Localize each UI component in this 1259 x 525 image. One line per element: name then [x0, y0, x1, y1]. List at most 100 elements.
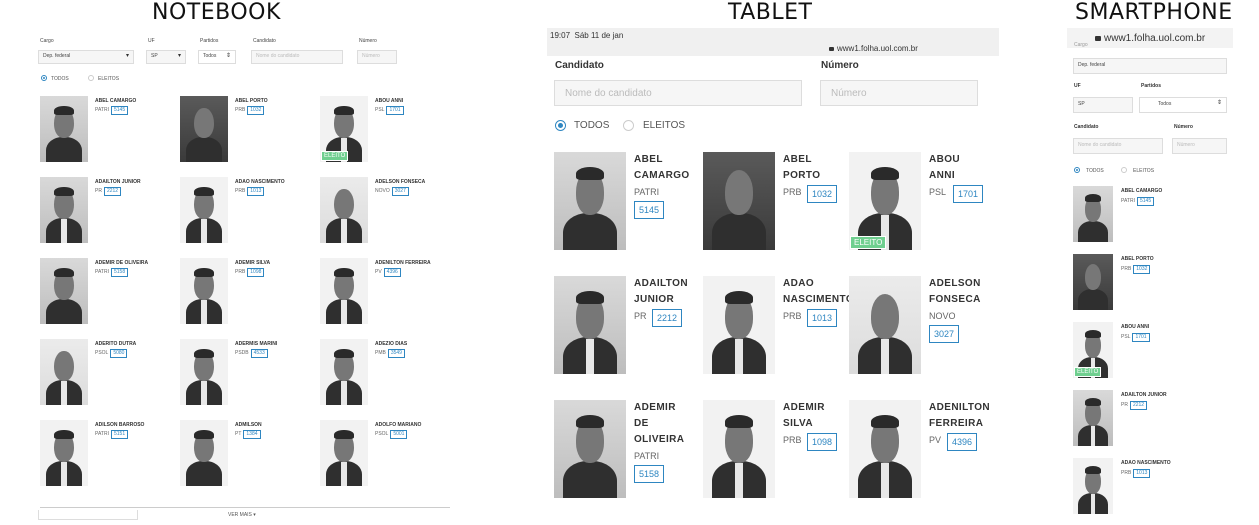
cargo-value: Dep. federal — [43, 53, 71, 59]
candidate-name[interactable]: ADENILTON FERREIRA — [375, 260, 431, 267]
candidate-photo[interactable] — [554, 152, 626, 250]
candidate-name[interactable]: ADELSON FONSECA — [375, 179, 425, 186]
candidate-name[interactable]: ABOU — [929, 152, 960, 168]
candidate-name[interactable]: FONSECA — [929, 292, 981, 308]
candidate-name[interactable]: ADMILSON — [235, 422, 262, 429]
radio-todos[interactable] — [555, 120, 566, 131]
candidate-photo[interactable] — [1073, 186, 1113, 242]
candidate-name[interactable]: ADERITO DUTRA — [95, 341, 136, 348]
candidate-name[interactable]: DE — [634, 416, 649, 432]
candidate-name[interactable]: ADEMIR SILVA — [235, 260, 270, 267]
candidate-name[interactable]: FERREIRA — [929, 416, 983, 432]
candidate-photo[interactable] — [849, 400, 921, 498]
candidate-number: 1701 — [1132, 333, 1150, 342]
candidate-photo[interactable] — [40, 177, 88, 243]
candidate-name[interactable]: ABEL CAMARGO — [95, 98, 136, 105]
candidate-name[interactable]: ABEL PORTO — [1121, 256, 1154, 263]
smartphone-title: SMARTPHONE — [1075, 0, 1233, 25]
candidate-photo[interactable] — [320, 339, 368, 405]
candidate-photo[interactable]: ELEITO — [849, 152, 921, 250]
uf-select[interactable]: SP — [1073, 97, 1133, 113]
candidate-name[interactable]: ADAILTON — [634, 276, 688, 292]
candidate-photo[interactable] — [180, 339, 228, 405]
candidate-name[interactable]: PORTO — [783, 168, 820, 184]
candidate-name[interactable]: ADAO NASCIMENTO — [1121, 460, 1171, 467]
candidate-name[interactable]: ABOU ANNI — [375, 98, 403, 105]
candidate-photo[interactable] — [554, 276, 626, 374]
candidate-name[interactable]: ADAILTON JUNIOR — [95, 179, 141, 186]
candidate-number-wrap: 5158 — [634, 465, 665, 483]
candidate-name[interactable]: ADEMIR — [783, 400, 825, 416]
candidate-name[interactable]: ADENILTON — [929, 400, 990, 416]
candidate-name[interactable]: ADOLFO MARIANO — [375, 422, 421, 429]
candidate-name[interactable]: ABEL — [783, 152, 812, 168]
radio-eleitos[interactable] — [1121, 167, 1127, 173]
candidate-photo[interactable] — [180, 96, 228, 162]
candidate-photo[interactable] — [320, 258, 368, 324]
candidate-name[interactable]: CAMARGO — [634, 168, 690, 184]
candidate-name[interactable]: ABEL — [634, 152, 663, 168]
candidato-input[interactable]: Nome do candidato — [251, 50, 343, 64]
candidate-name[interactable]: ABEL PORTO — [235, 98, 268, 105]
candidate-photo[interactable] — [849, 276, 921, 374]
url-bar[interactable]: www1.folha.uol.com.br — [1095, 33, 1205, 44]
cargo-select[interactable]: Dep. federal — [1073, 58, 1227, 74]
candidate-name[interactable]: ADILSON BARROSO — [95, 422, 144, 429]
numero-input[interactable]: Número — [1172, 138, 1227, 154]
candidate-name[interactable]: ABOU ANNI — [1121, 324, 1149, 331]
candidate-photo[interactable] — [40, 339, 88, 405]
radio-todos[interactable] — [1074, 167, 1080, 173]
candidate-photo[interactable] — [320, 177, 368, 243]
numero-input[interactable]: Número — [820, 80, 978, 106]
candidate-name[interactable]: ADAILTON JUNIOR — [1121, 392, 1167, 399]
candidate-photo[interactable] — [320, 420, 368, 486]
candidate-name[interactable]: SILVA — [783, 416, 813, 432]
candidate-name[interactable]: ABEL CAMARGO — [1121, 188, 1162, 195]
partidos-select[interactable]: Todos ⇕ — [198, 50, 236, 64]
candidate-photo[interactable] — [180, 177, 228, 243]
ver-mais-button[interactable]: VER MAIS ▾ — [228, 512, 256, 518]
radio-eleitos[interactable] — [88, 75, 94, 81]
candidate-photo[interactable] — [703, 400, 775, 498]
candidate-name[interactable]: ADEZIO DIAS — [375, 341, 407, 348]
radio-todos[interactable] — [41, 75, 47, 81]
eleito-badge: ELEITO — [1074, 367, 1102, 377]
candidate-name[interactable]: ADEMIR — [634, 400, 676, 416]
party-label: PSDB — [235, 350, 249, 356]
partidos-label: Partidos — [1141, 83, 1162, 89]
candidate-name[interactable]: ADELSON — [929, 276, 981, 292]
candidate-photo[interactable] — [1073, 390, 1113, 446]
candidate-party: PSDB 4533 — [235, 349, 268, 358]
candidate-name[interactable]: ADAO — [783, 276, 814, 292]
numero-input[interactable]: Número — [357, 50, 397, 64]
candidato-input[interactable]: Nome do candidato — [554, 80, 802, 106]
candidate-name[interactable]: NASCIMENTO — [783, 292, 854, 308]
partidos-select[interactable]: Todos ⇕ — [1139, 97, 1227, 113]
lock-icon — [829, 47, 834, 51]
candidate-photo[interactable]: ELEITO — [320, 96, 368, 162]
candidate-name[interactable]: ADEMIR DE OLIVEIRA — [95, 260, 148, 267]
uf-select[interactable]: SP ▾ — [146, 50, 186, 64]
candidate-name[interactable]: OLIVEIRA — [634, 432, 684, 448]
candidate-name[interactable]: ADAO NASCIMENTO — [235, 179, 285, 186]
candidate-photo[interactable] — [1073, 458, 1113, 514]
candidate-photo[interactable] — [1073, 254, 1113, 310]
candidate-name[interactable]: ADERMIS MARINI — [235, 341, 277, 348]
candidate-photo[interactable] — [703, 152, 775, 250]
url-bar[interactable]: www1.folha.uol.com.br — [829, 44, 918, 53]
party-label: NOVO — [929, 311, 956, 321]
candidate-photo[interactable] — [554, 400, 626, 498]
candidate-photo[interactable] — [40, 258, 88, 324]
radio-eleitos[interactable] — [623, 120, 634, 131]
candidate-photo[interactable] — [703, 276, 775, 374]
caret-down-icon: ▾ — [177, 53, 181, 59]
candidate-name[interactable]: ANNI — [929, 168, 955, 184]
candidate-photo[interactable] — [180, 420, 228, 486]
candidate-name[interactable]: JUNIOR — [634, 292, 674, 308]
candidate-photo[interactable] — [40, 420, 88, 486]
candidate-photo[interactable] — [40, 96, 88, 162]
candidato-input[interactable]: Nome do candidato — [1073, 138, 1163, 154]
candidate-photo[interactable]: ELEITO — [1073, 322, 1113, 378]
candidate-photo[interactable] — [180, 258, 228, 324]
cargo-select[interactable]: Dep. federal ▾ — [38, 50, 134, 64]
